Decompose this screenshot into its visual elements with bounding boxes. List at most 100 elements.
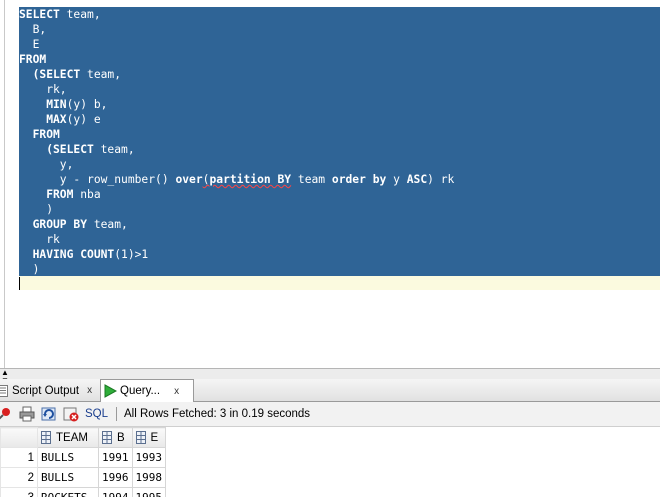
sql-keyword: HAVING COUNT [19, 248, 115, 261]
code-line[interactable]: GROUP BY team, [19, 217, 454, 232]
code-line[interactable]: rk, [19, 82, 454, 97]
row-number-header [0, 427, 38, 448]
text-caret [19, 277, 20, 290]
sql-keyword: FROM [19, 188, 74, 201]
sql-keyword: partition BY [209, 173, 292, 186]
cell-b[interactable]: 1996 [98, 467, 133, 488]
row-number: 1 [0, 447, 38, 468]
code-line[interactable]: (SELECT team, [19, 67, 454, 82]
sql-keyword: SELECT [19, 8, 60, 21]
column-header-label: E [150, 431, 159, 444]
column-header-label: B [117, 431, 125, 444]
result-grid[interactable]: TEAM B E 1 BULLS 1991 1993 2 BULLS 1996 … [0, 427, 660, 497]
tab-label: Query... [120, 385, 161, 397]
column-header-b[interactable]: B [98, 427, 133, 448]
code-line[interactable]: ) [19, 202, 454, 217]
sql-keyword: MIN [19, 98, 67, 111]
sql-keyword: over [175, 173, 203, 186]
code-token: y - row_number() [19, 173, 176, 186]
cell-e[interactable]: 1993 [131, 447, 166, 468]
code-line[interactable]: y, [19, 157, 454, 172]
code-token: nba [73, 188, 101, 201]
pin-icon[interactable] [0, 406, 13, 422]
tab-script-output[interactable]: Script Output x [0, 380, 98, 401]
close-icon[interactable]: x [174, 386, 179, 397]
sql-keyword: FROM [19, 128, 60, 141]
tab-query-result[interactable]: Query... x [100, 379, 194, 402]
column-type-icon [135, 431, 146, 444]
gutter-divider [4, 0, 5, 368]
code-line[interactable]: SELECT team, [19, 7, 454, 22]
cell-b[interactable]: 1991 [98, 447, 133, 468]
fetch-status: All Rows Fetched: 3 in 0.19 seconds [124, 408, 311, 420]
code-token: ) rk [427, 173, 455, 186]
code-line[interactable]: FROM [19, 52, 454, 67]
script-output-icon [0, 384, 9, 397]
code-token: (1)>1 [114, 248, 149, 261]
results-toolbar: SQL All Rows Fetched: 3 in 0.19 seconds [0, 402, 660, 427]
sql-editor[interactable]: SELECT team, B, E FROM (SELECT team, rk, … [0, 0, 660, 368]
grid-header-row: TEAM B E [0, 427, 166, 448]
sql-keyword: MAX [19, 113, 67, 126]
column-header-e[interactable]: E [131, 427, 166, 448]
code-token: B, [19, 23, 47, 36]
current-line-highlight [19, 276, 660, 290]
code-token: (y) b, [66, 98, 108, 111]
code-line[interactable]: (SELECT team, [19, 142, 454, 157]
tab-label: Script Output [12, 384, 80, 397]
pane-splitter[interactable]: ▲▼ [0, 368, 660, 385]
code-line[interactable]: FROM nba [19, 187, 454, 202]
sql-keyword: ASC [406, 173, 428, 186]
code-token: ) [19, 263, 40, 276]
column-type-icon [102, 431, 112, 444]
code-token: y [386, 173, 407, 186]
cell-team[interactable]: BULLS [37, 467, 99, 488]
column-type-icon [41, 431, 51, 444]
table-row[interactable]: 1 BULLS 1991 1993 [0, 447, 166, 468]
table-row[interactable]: 3 ROCKETS 1994 1995 [0, 487, 166, 497]
sql-button[interactable]: SQL [85, 408, 108, 420]
code-token: rk [19, 233, 60, 246]
code-token: y, [19, 158, 74, 171]
code-token: team, [87, 218, 128, 231]
code-line[interactable]: E [19, 37, 454, 52]
code-token: E [19, 38, 40, 51]
sql-keyword: FROM [19, 53, 47, 66]
column-header-label: TEAM [56, 431, 88, 444]
sql-keyword: GROUP BY [19, 218, 88, 231]
print-icon[interactable] [19, 406, 35, 422]
cell-e[interactable]: 1995 [131, 487, 166, 497]
close-icon[interactable]: x [87, 385, 92, 396]
refresh-icon[interactable] [41, 406, 57, 422]
cancel-query-icon[interactable] [63, 406, 79, 422]
cell-team[interactable]: BULLS [37, 447, 99, 468]
code-line[interactable]: HAVING COUNT(1)>1 [19, 247, 454, 262]
column-header-team[interactable]: TEAM [37, 427, 99, 448]
sql-keyword: (SELECT [19, 68, 81, 81]
code-line[interactable]: FROM [19, 127, 454, 142]
code-token: team [291, 173, 332, 186]
play-icon [103, 384, 118, 398]
sql-keyword: order by [331, 173, 387, 186]
code-token: team, [93, 143, 135, 156]
code-line[interactable]: rk [19, 232, 454, 247]
code-line[interactable]: MAX(y) e [19, 112, 454, 127]
code-token: team, [59, 8, 101, 21]
code-line[interactable]: B, [19, 22, 454, 37]
code-line[interactable]: MIN(y) b, [19, 97, 454, 112]
code-token: (y) e [66, 113, 101, 126]
cell-team[interactable]: ROCKETS [37, 487, 99, 497]
code-line[interactable]: ) [19, 262, 454, 277]
code-token: team, [80, 68, 122, 81]
sql-keyword: (SELECT [19, 143, 94, 156]
table-row[interactable]: 2 BULLS 1996 1998 [0, 467, 166, 488]
sql-code[interactable]: SELECT team, B, E FROM (SELECT team, rk, … [19, 7, 454, 277]
cell-b[interactable]: 1994 [98, 487, 133, 497]
code-token: rk, [19, 83, 67, 96]
toolbar-separator [116, 407, 118, 421]
row-number: 3 [0, 487, 38, 497]
cell-e[interactable]: 1998 [131, 467, 166, 488]
code-line[interactable]: y - row_number() over(partition BY team … [19, 172, 455, 187]
code-token: ) [19, 203, 54, 216]
row-number: 2 [0, 467, 38, 488]
